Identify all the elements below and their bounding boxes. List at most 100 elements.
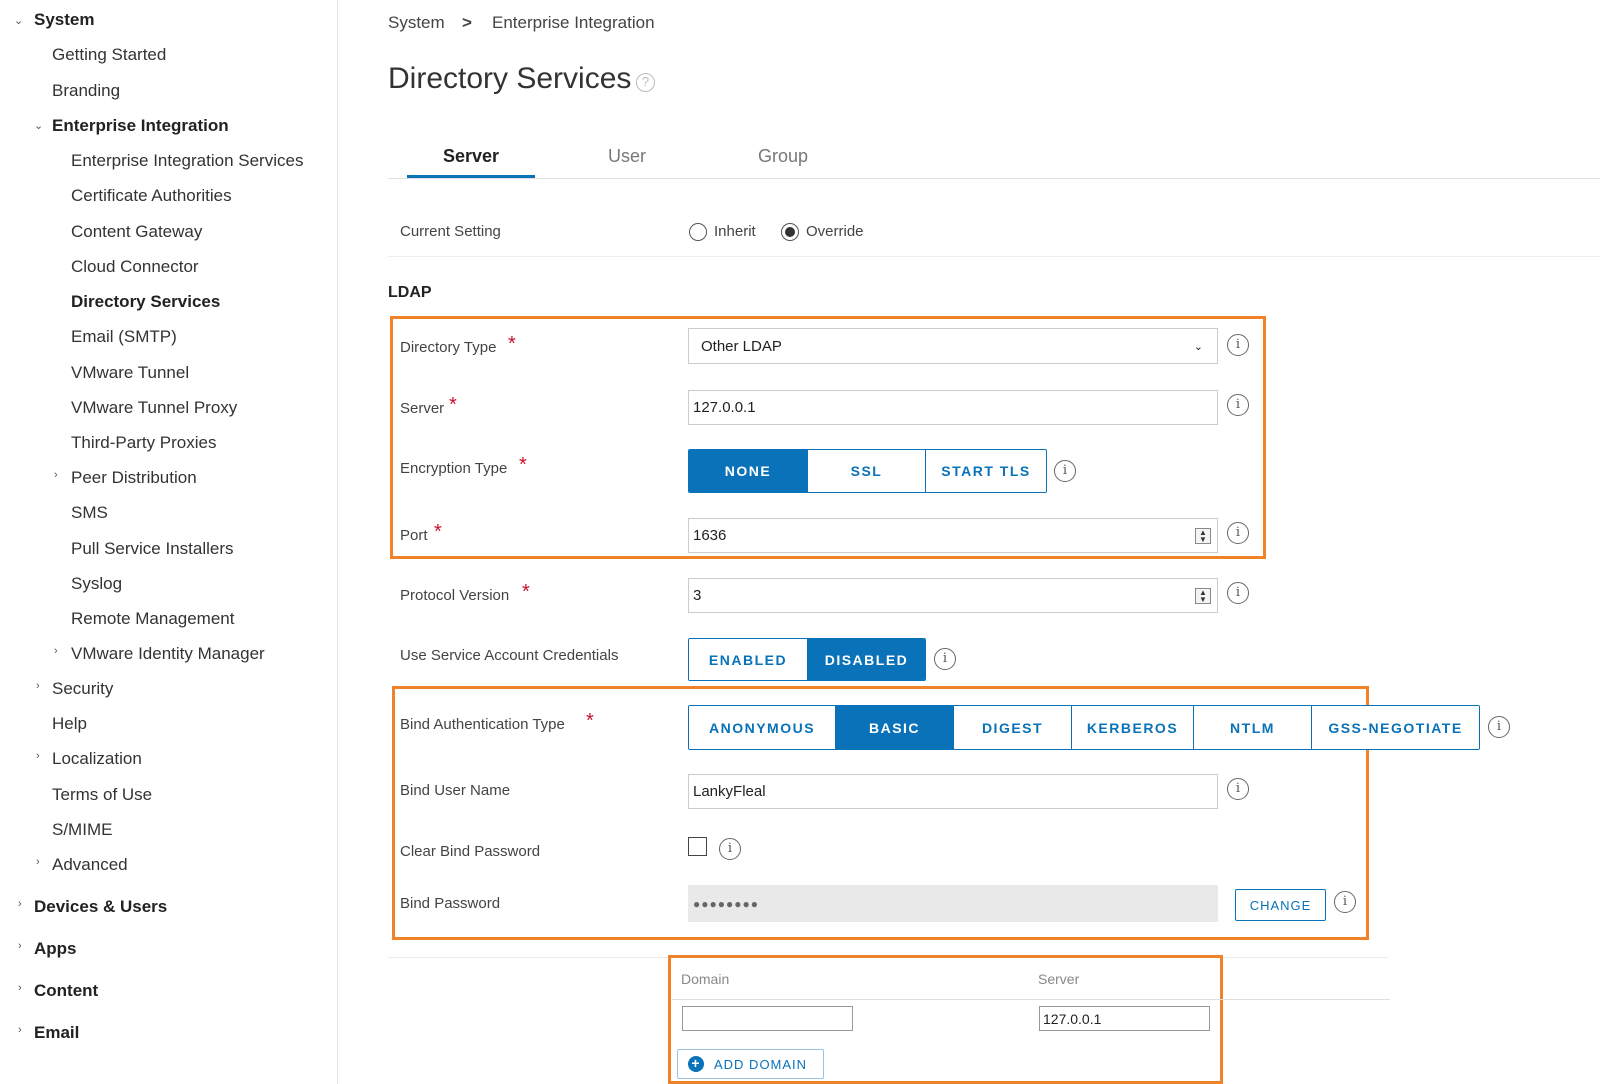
sidebar-item-help[interactable]: Help — [52, 714, 87, 734]
chevron-right-icon[interactable]: › — [54, 645, 58, 657]
breadcrumb-current: Enterprise Integration — [492, 13, 655, 32]
bind-auth-kerberos-button[interactable]: KERBEROS — [1071, 706, 1193, 749]
sidebar-item-certificate-authorities[interactable]: Certificate Authorities — [71, 186, 232, 206]
sidebar-item-localization[interactable]: Localization — [52, 749, 142, 769]
sidebar-item-syslog[interactable]: Syslog — [71, 574, 122, 594]
info-icon[interactable]: i — [1227, 394, 1249, 416]
page-title: Directory Services — [388, 62, 632, 95]
chevron-right-icon[interactable]: › — [36, 856, 40, 868]
required-marker: * — [586, 710, 594, 732]
protocol-version-input[interactable]: 3 ▲ ▼ — [688, 578, 1218, 613]
port-input[interactable]: 1636 ▲ ▼ — [688, 518, 1218, 553]
sidebar-item-vmware-tunnel-proxy[interactable]: VMware Tunnel Proxy — [71, 398, 237, 418]
protocol-version-label: Protocol Version — [400, 587, 510, 604]
info-icon[interactable]: i — [1227, 334, 1249, 356]
info-icon[interactable]: i — [1227, 582, 1249, 604]
sidebar-item-pull-service-installers[interactable]: Pull Service Installers — [71, 539, 234, 559]
info-icon[interactable]: i — [1334, 891, 1356, 913]
bind-auth-basic-button[interactable]: BASIC — [835, 706, 953, 749]
sidebar-item-apps[interactable]: Apps — [34, 939, 77, 959]
info-icon[interactable]: i — [1488, 716, 1510, 738]
sidebar-item-security[interactable]: Security — [52, 679, 113, 699]
help-icon[interactable]: ? — [636, 73, 655, 92]
clear-bind-password-checkbox[interactable] — [688, 837, 707, 856]
chevron-right-icon[interactable]: › — [54, 469, 58, 481]
bind-auth-gss-negotiate-button[interactable]: GSS-NEGOTIATE — [1311, 706, 1479, 749]
sidebar-item-email[interactable]: Email — [34, 1023, 79, 1043]
add-domain-button[interactable]: + ADD DOMAIN — [677, 1049, 824, 1079]
sidebar-nav: ⌄ System Getting Started Branding ⌄ Ente… — [0, 0, 338, 1084]
chevron-right-icon[interactable]: › — [18, 982, 22, 994]
encryption-ssl-button[interactable]: SSL — [807, 450, 925, 492]
sidebar-item-content[interactable]: Content — [34, 981, 98, 1001]
sidebar-item-remote-management[interactable]: Remote Management — [71, 609, 234, 629]
directory-type-select[interactable]: Other LDAP ⌄ — [688, 328, 1218, 364]
sidebar-item-enterprise-integration[interactable]: Enterprise Integration — [52, 116, 229, 136]
sidebar-item-terms-of-use[interactable]: Terms of Use — [52, 785, 152, 805]
inherit-radio[interactable] — [689, 223, 707, 241]
stepper-icon[interactable]: ▲ ▼ — [1195, 527, 1211, 544]
bind-auth-ntlm-button[interactable]: NTLM — [1193, 706, 1311, 749]
server-label: Server — [400, 400, 445, 417]
override-radio-label[interactable]: Override — [806, 223, 864, 240]
required-marker: * — [522, 581, 530, 603]
server-input[interactable]: 127.0.0.1 — [688, 390, 1218, 425]
tab-server[interactable]: Server — [408, 146, 534, 167]
sidebar-item-devices-users[interactable]: Devices & Users — [34, 897, 167, 917]
required-marker: * — [508, 333, 516, 355]
sidebar-item-content-gateway[interactable]: Content Gateway — [71, 222, 202, 242]
encryption-start-tls-button[interactable]: START TLS — [925, 450, 1046, 492]
bind-user-name-input[interactable]: LankyFleal — [688, 774, 1218, 809]
info-icon[interactable]: i — [1227, 522, 1249, 544]
breadcrumb-root[interactable]: System — [388, 13, 445, 33]
info-icon[interactable]: i — [1227, 778, 1249, 800]
sidebar-item-third-party-proxies[interactable]: Third-Party Proxies — [71, 433, 216, 453]
sidebar-item-enterprise-integration-services[interactable]: Enterprise Integration Services — [71, 151, 303, 171]
chevron-right-icon[interactable]: › — [36, 750, 40, 762]
encryption-none-button[interactable]: NONE — [689, 450, 807, 492]
sidebar-item-branding[interactable]: Branding — [52, 81, 120, 101]
info-icon[interactable]: i — [934, 648, 956, 670]
tab-user[interactable]: User — [564, 146, 690, 167]
sidebar-item-system[interactable]: System — [34, 10, 94, 30]
sidebar-item-vmware-identity-manager[interactable]: VMware Identity Manager — [71, 644, 265, 664]
stepper-icon[interactable]: ▲ ▼ — [1195, 587, 1211, 604]
info-icon[interactable]: i — [1054, 460, 1076, 482]
chevron-right-icon[interactable]: › — [18, 898, 22, 910]
sidebar-item-directory-services[interactable]: Directory Services — [71, 292, 220, 312]
sidebar-item-peer-distribution[interactable]: Peer Distribution — [71, 468, 197, 488]
protocol-version-value: 3 — [693, 587, 702, 604]
chevron-right-icon[interactable]: › — [36, 680, 40, 692]
required-marker: * — [434, 521, 442, 543]
sidebar-item-vmware-tunnel[interactable]: VMware Tunnel — [71, 363, 189, 383]
sidebar-item-getting-started[interactable]: Getting Started — [52, 45, 166, 65]
chevron-right-icon[interactable]: › — [18, 1024, 22, 1036]
service-account-enabled-button[interactable]: ENABLED — [689, 639, 807, 680]
sidebar-item-cloud-connector[interactable]: Cloud Connector — [71, 257, 199, 277]
sidebar-item-sms[interactable]: SMS — [71, 503, 108, 523]
tabs-divider — [388, 178, 1600, 179]
chevron-down-icon[interactable]: ⌄ — [14, 14, 23, 27]
sidebar-item-smime[interactable]: S/MIME — [52, 820, 112, 840]
chevron-down-icon[interactable]: ⌄ — [34, 119, 43, 132]
bind-auth-anonymous-button[interactable]: ANONYMOUS — [689, 706, 835, 749]
override-radio[interactable] — [781, 223, 799, 241]
bind-password-input[interactable]: ●●●●●●●● — [688, 885, 1218, 922]
chevron-right-icon[interactable]: › — [18, 940, 22, 952]
domain-input[interactable] — [682, 1006, 853, 1031]
encryption-type-label: Encryption Type — [400, 460, 508, 477]
info-icon[interactable]: i — [719, 838, 741, 860]
sidebar-item-email-smtp[interactable]: Email (SMTP) — [71, 327, 177, 347]
change-password-button[interactable]: CHANGE — [1235, 889, 1326, 921]
server-column-header: Server — [1038, 971, 1080, 987]
required-marker: * — [519, 454, 527, 476]
bind-user-name-label: Bind User Name — [400, 782, 511, 799]
clear-bind-password-label: Clear Bind Password — [400, 843, 541, 860]
tab-group[interactable]: Group — [720, 146, 846, 167]
sidebar-item-advanced[interactable]: Advanced — [52, 855, 128, 875]
inherit-radio-label[interactable]: Inherit — [714, 223, 756, 240]
breadcrumb-separator-icon: > — [462, 13, 472, 32]
domain-server-input[interactable]: 127.0.0.1 — [1039, 1006, 1210, 1031]
service-account-disabled-button[interactable]: DISABLED — [807, 639, 925, 680]
bind-auth-digest-button[interactable]: DIGEST — [953, 706, 1071, 749]
